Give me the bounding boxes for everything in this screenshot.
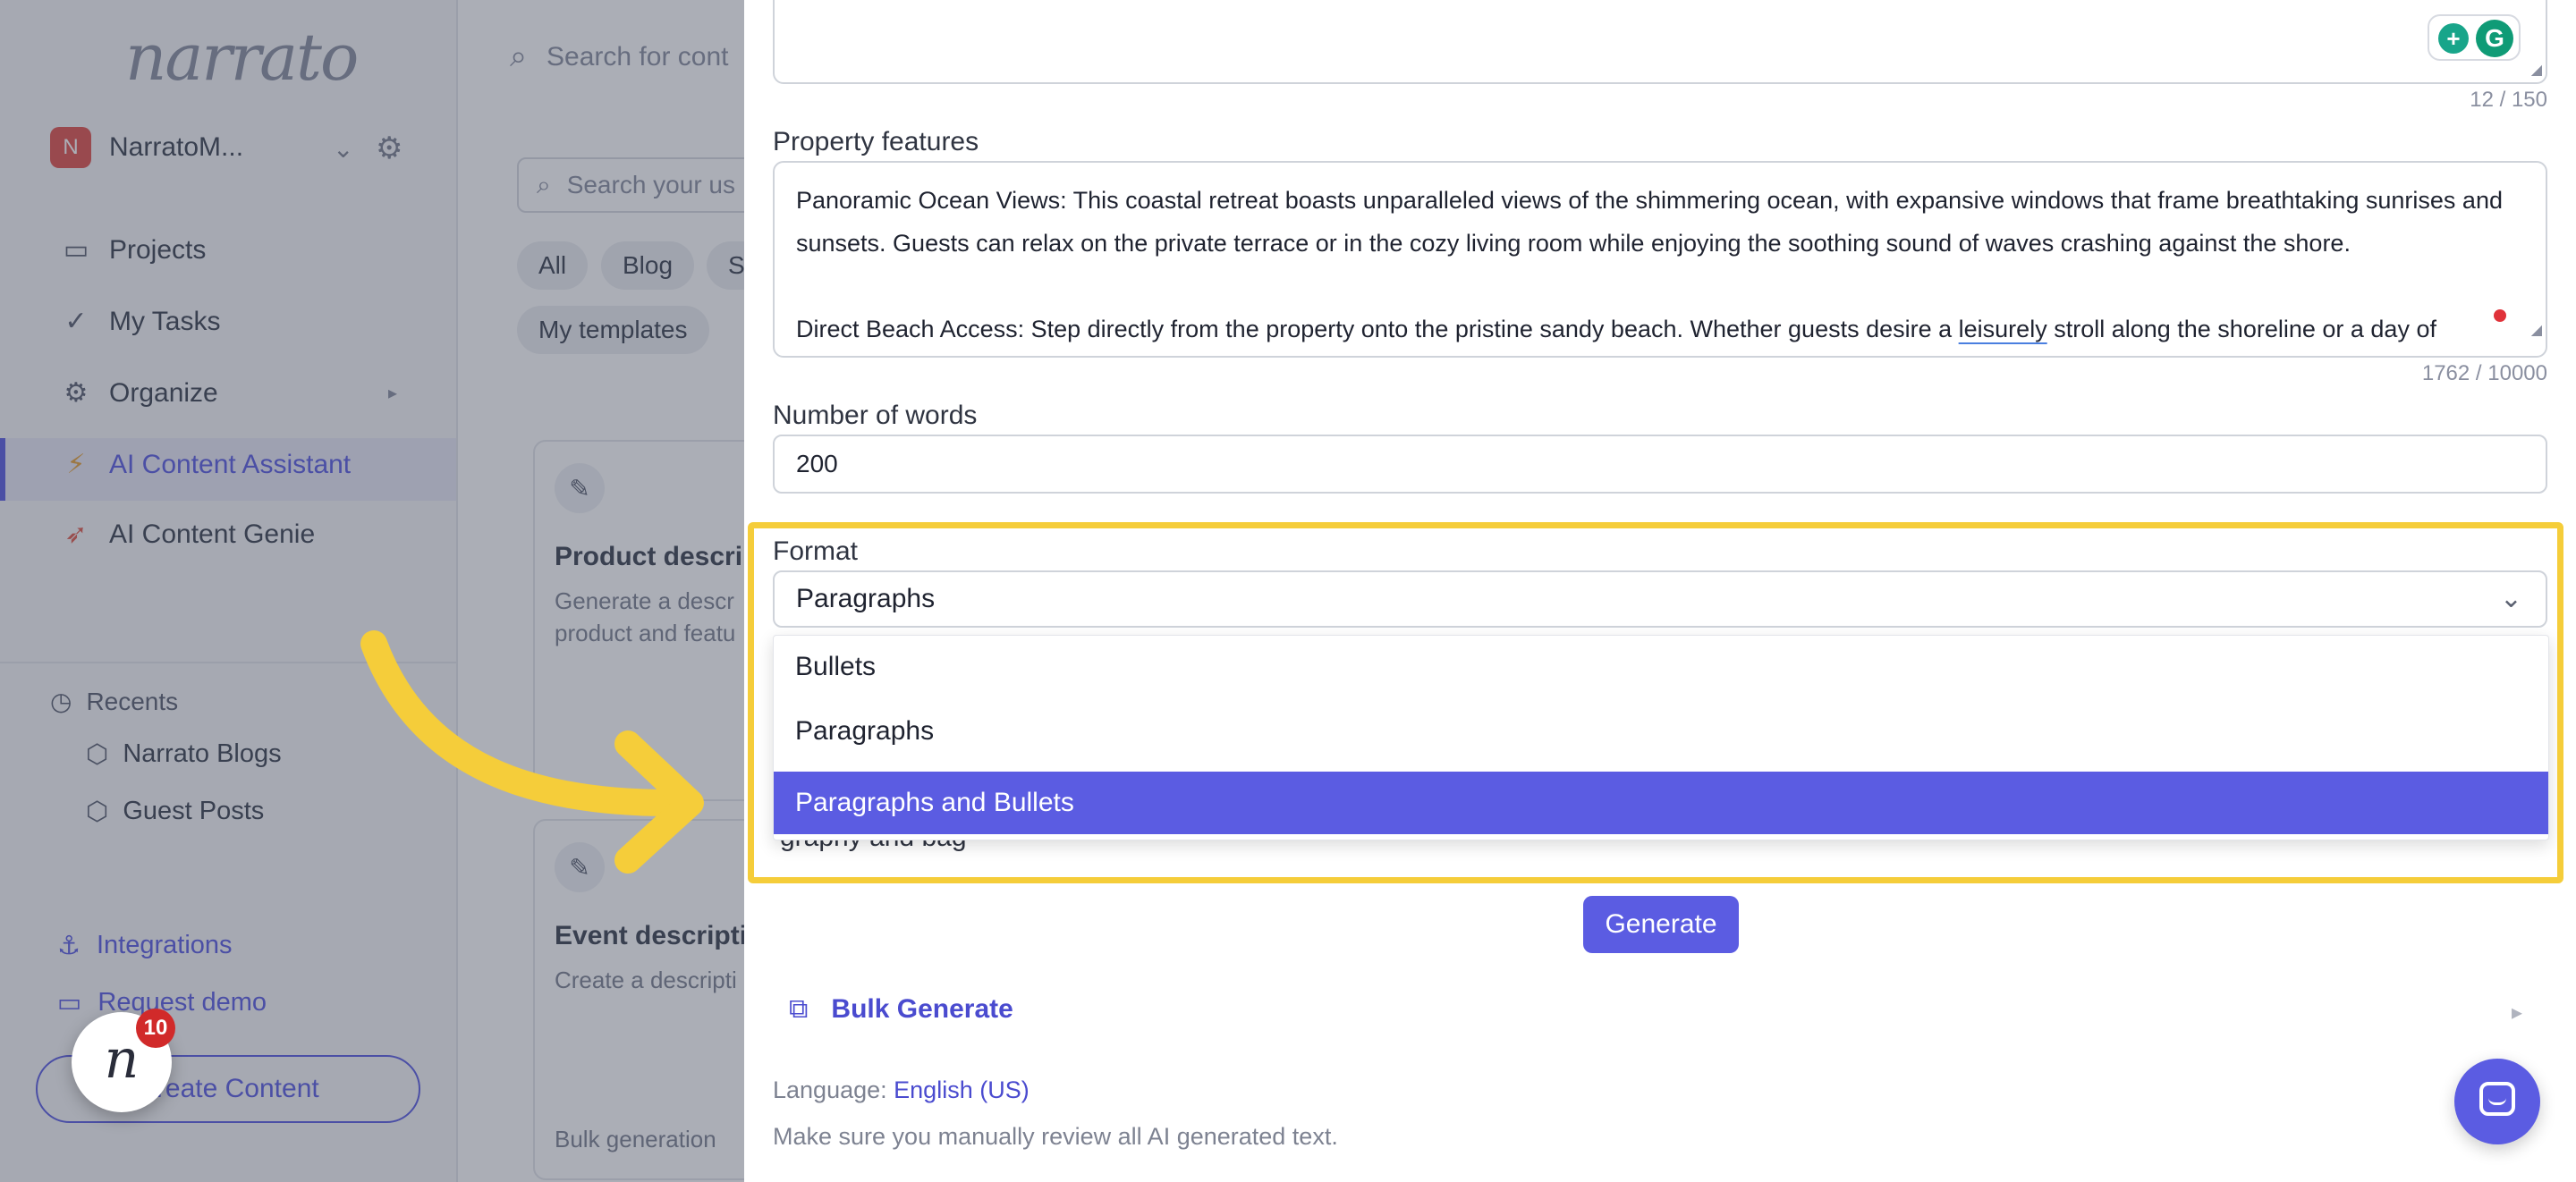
number-of-words-input[interactable]: 200 [773,435,2547,494]
bulk-generate-toggle[interactable]: ⧉ Bulk Generate [789,994,1013,1025]
chat-launcher-button[interactable] [2454,1059,2540,1144]
copy-icon: ⧉ [789,994,809,1024]
notification-badge: 10 [136,1009,175,1048]
status-dot-icon [2494,309,2506,322]
property-features-label: Property features [773,127,979,156]
language-line: Language: English (US) [773,1076,1030,1104]
language-label: Language: [773,1076,887,1103]
features-paragraph: Panoramic Ocean Views: This coastal retr… [796,187,2503,257]
highlight-frame [748,522,2563,883]
char-counter: 12 / 150 [2470,88,2547,112]
resize-handle-icon[interactable]: ◢ [2531,309,2542,352]
modal-backdrop[interactable] [0,0,744,1182]
resize-handle-icon[interactable]: ◢ [2531,61,2542,79]
grammarly-widget[interactable]: + G [2428,14,2521,61]
number-of-words-label: Number of words [773,401,978,430]
bulk-generate-label: Bulk Generate [831,994,1013,1024]
char-counter: 1762 / 10000 [2421,361,2547,385]
review-note: Make sure you manually review all AI gen… [773,1123,1338,1150]
generate-button[interactable]: Generate [1583,896,1739,953]
previous-textarea[interactable]: + G ◢ [773,0,2547,84]
features-paragraph: Direct Beach Access: Step directly from … [796,316,2436,342]
narrato-n-icon: n [104,1028,140,1091]
ai-assistant-form-panel: + G ◢ 12 / 150 Property features Panoram… [744,0,2576,1182]
language-value-link[interactable]: English (US) [894,1076,1030,1103]
property-features-textarea[interactable]: Panoramic Ocean Views: This coastal retr… [773,161,2547,358]
lightbulb-icon: + [2438,23,2469,54]
caret-right-icon[interactable]: ▸ [2512,1000,2522,1026]
grammarly-icon: G [2476,20,2513,57]
spellcheck-underlined-word: leisurely [1958,316,2047,342]
